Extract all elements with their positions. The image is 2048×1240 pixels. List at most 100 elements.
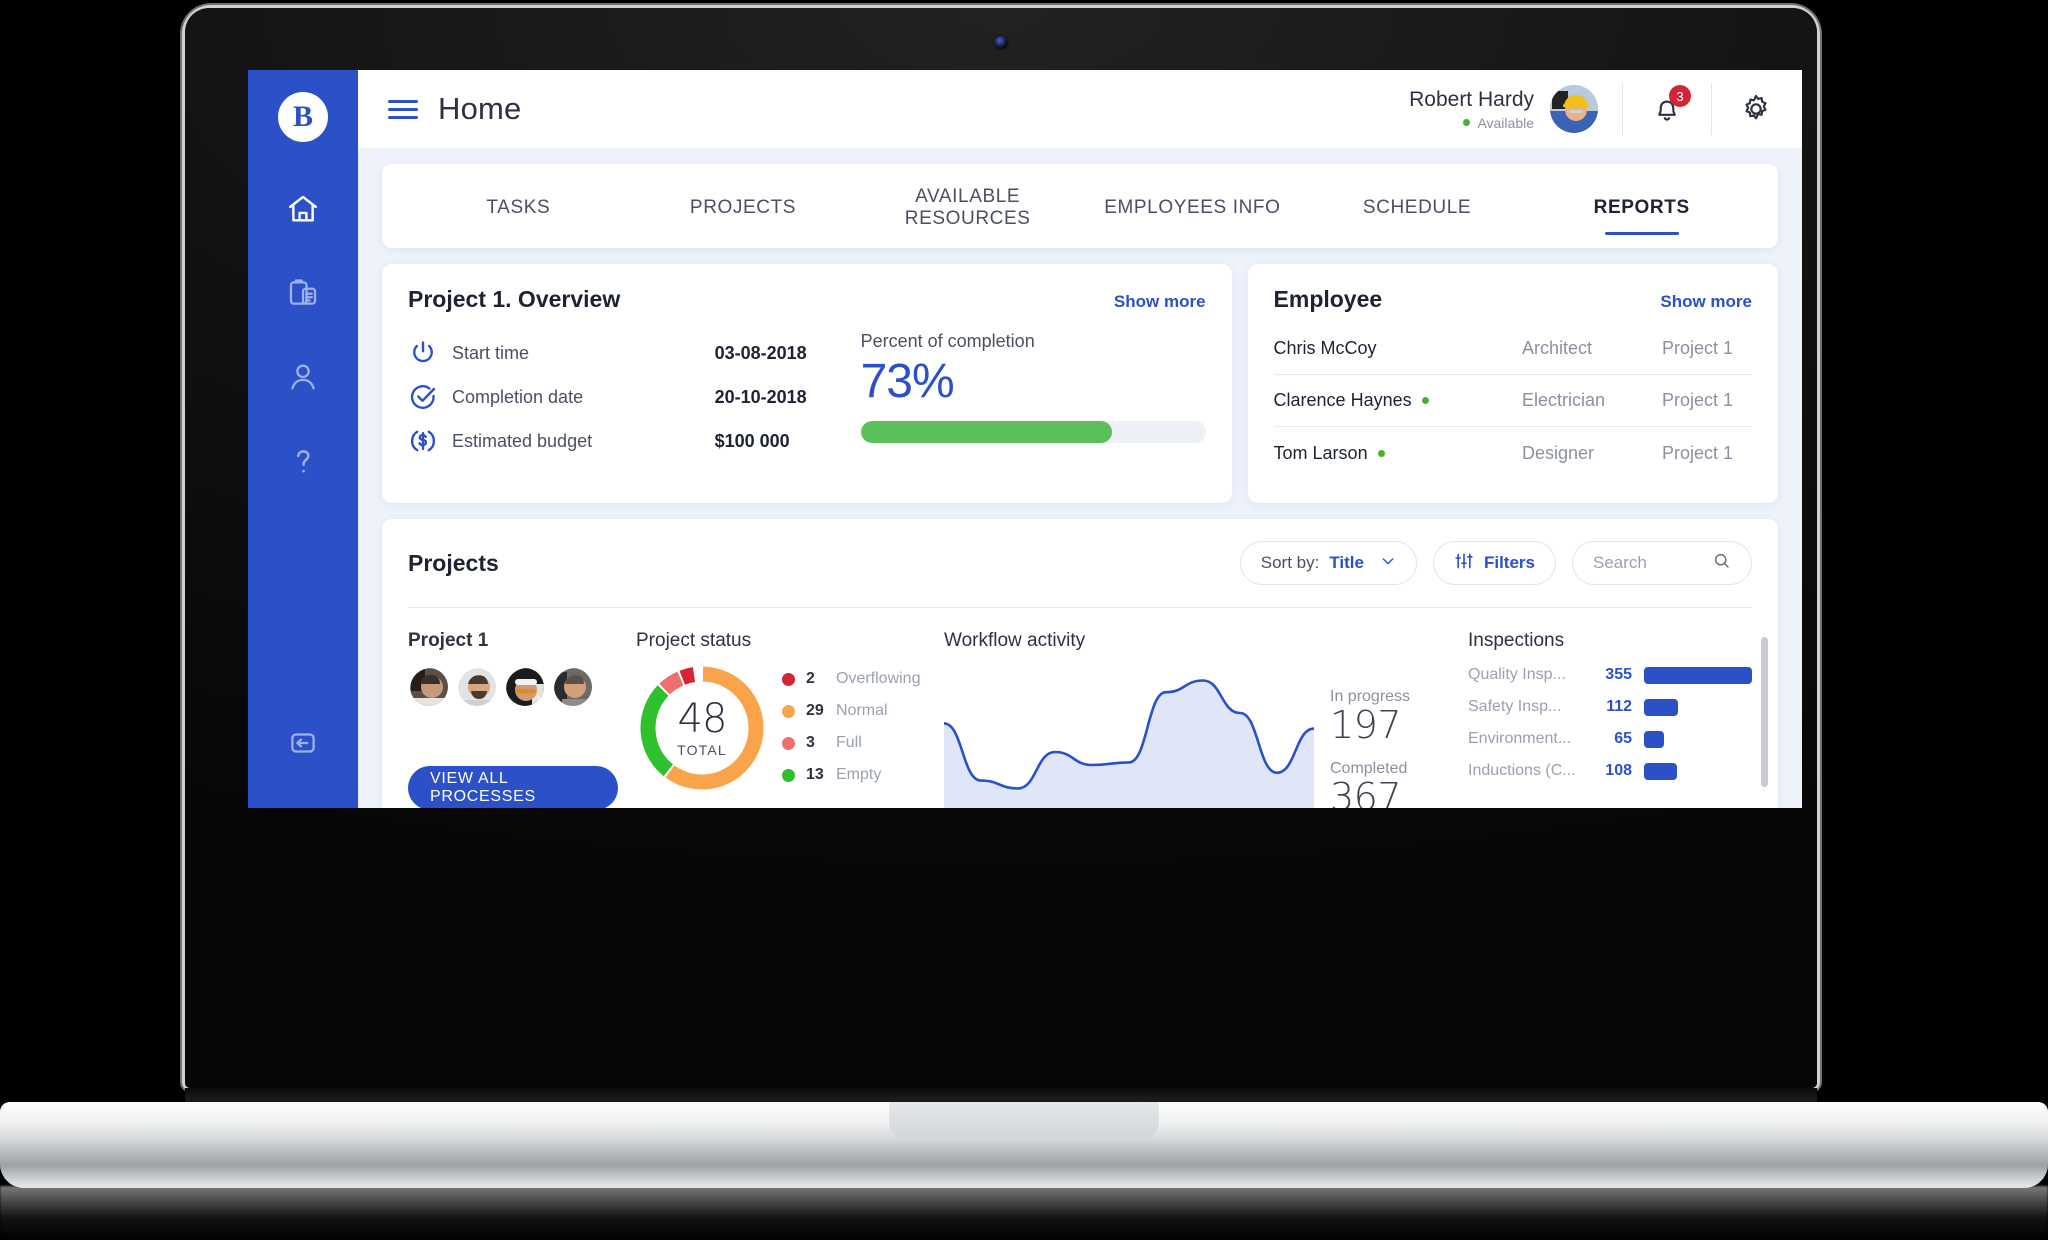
donut-center: 48 TOTAL [636, 662, 768, 794]
project-column: Project 1 M VIEW ALL PROCESSES [408, 630, 618, 808]
projects-panel: Projects Sort by: Title Filters Search P… [382, 519, 1778, 808]
overview-show-more[interactable]: Show more [1114, 292, 1206, 312]
member-avatar-3: M [506, 668, 544, 706]
sidebar-item-help[interactable] [280, 438, 326, 484]
employee-name-cell: Tom Larson [1274, 443, 1522, 464]
member-avatar-4 [554, 668, 592, 706]
page-title: Home [438, 91, 522, 126]
employee-name: Chris McCoy [1273, 338, 1377, 358]
donut-legend: 2 Overflowing 29 Normal 3 Full 13 Empty [782, 662, 920, 784]
user-status: Available [1409, 115, 1534, 131]
avatar[interactable]: M [504, 666, 546, 708]
member-avatar-1 [410, 668, 448, 706]
progress-bar-fill [860, 421, 1113, 443]
content-area: TASKS PROJECTS AVAILABLE RESOURCES EMPLO… [358, 148, 1802, 808]
inspections-list: Quality Insp... 355 Safety Insp... 112 E… [1468, 666, 1752, 780]
overview-facts: Start time 03-08-2018 Completion date 20… [408, 331, 855, 463]
app-root: B Home Robert Hardy Available 3 TASKS PR… [248, 70, 1802, 808]
overview-label: Start time [452, 342, 530, 363]
tab-available-resources[interactable]: AVAILABLE RESOURCES [855, 160, 1080, 252]
legend-value: 29 [806, 702, 824, 719]
status-dot-icon [1463, 119, 1471, 126]
sort-by-label: Sort by: [1260, 553, 1320, 572]
filters-button[interactable]: Filters [1432, 541, 1556, 585]
overview-value: $100 000 [714, 430, 790, 451]
inspection-bar [1644, 698, 1679, 716]
sidebar-nav [280, 186, 326, 484]
inspection-value: 112 [1606, 698, 1632, 715]
legend-dot-icon [782, 736, 795, 750]
member-avatar-2 [458, 668, 496, 706]
overview-row-completion-date: Completion date 20-10-2018 [408, 375, 855, 419]
summary-row: Project 1. Overview Show more Start time… [382, 264, 1778, 503]
percent-value: 73% [860, 355, 955, 408]
projects-title: Projects [408, 549, 499, 576]
svg-text:M: M [537, 694, 544, 703]
employee-name-cell: Chris McCoy [1274, 338, 1522, 359]
employee-project: Project 1 [1662, 442, 1734, 463]
tab-employees-info[interactable]: EMPLOYEES INFO [1080, 171, 1305, 241]
legend-label: Overflowing [836, 670, 921, 687]
workflow-area-chart [944, 664, 1314, 808]
donut-total-label: TOTAL [677, 741, 727, 758]
avatar[interactable] [408, 666, 450, 708]
legend-value: 3 [806, 734, 815, 751]
avatar[interactable] [1550, 85, 1598, 133]
divider [1622, 83, 1623, 135]
project-status-chart: 48 TOTAL 2 Overflowing 29 Normal 3 Full … [636, 662, 926, 794]
sidebar-item-tasks[interactable] [280, 270, 326, 316]
overview-row-estimated-budget: Estimated budget $100 000 [408, 419, 855, 463]
settings-button[interactable] [1736, 89, 1776, 129]
tab-bar: TASKS PROJECTS AVAILABLE RESOURCES EMPLO… [382, 164, 1778, 248]
user-block[interactable]: Robert Hardy Available [1409, 88, 1534, 131]
search-icon [1712, 551, 1731, 575]
employee-title: Employee [1273, 286, 1383, 312]
employee-card: Employee Show more Chris McCoy Architect [1247, 264, 1778, 503]
avatar[interactable] [456, 666, 498, 708]
legend-item: 29 Normal [782, 702, 920, 720]
sidebar-item-home[interactable] [280, 186, 326, 232]
donut-chart: 48 TOTAL [636, 662, 768, 794]
workflow-stat-value: 197 [1330, 703, 1402, 747]
overview-label: Completion date [452, 386, 584, 407]
employee-role: Architect [1522, 338, 1593, 358]
avatar[interactable] [552, 666, 594, 708]
laptop-base-notch [889, 1102, 1159, 1138]
view-all-processes-button[interactable]: VIEW ALL PROCESSES [408, 766, 618, 808]
inspection-name: Quality Insp... [1468, 666, 1566, 683]
sidebar-item-profile[interactable] [280, 354, 326, 400]
chevron-down-icon [1380, 553, 1396, 574]
inspection-name: Safety Insp... [1468, 698, 1562, 715]
workflow-stat-value: 367 [1330, 774, 1402, 808]
table-row[interactable]: Tom Larson Designer Project 1 [1274, 427, 1752, 479]
user-icon [291, 364, 315, 390]
project-status-column: Project status 48 TOTAL 2 Overflowing 29… [636, 630, 926, 808]
tab-reports[interactable]: REPORTS [1529, 171, 1754, 241]
employee-show-more[interactable]: Show more [1660, 292, 1752, 312]
app-logo[interactable]: B [278, 92, 328, 142]
search-input[interactable]: Search [1572, 541, 1752, 585]
home-icon [289, 195, 317, 222]
tab-tasks[interactable]: TASKS [406, 171, 631, 241]
hamburger-icon[interactable] [388, 99, 418, 119]
top-bar: Home Robert Hardy Available 3 [358, 70, 1802, 148]
project-status-title: Project status [636, 630, 752, 651]
topbar-right: Robert Hardy Available 3 [1409, 83, 1776, 135]
legend-dot-icon [782, 672, 795, 686]
inspection-value: 108 [1605, 762, 1632, 779]
sidebar-item-logout[interactable] [280, 720, 326, 766]
inspection-name: Environment... [1468, 730, 1572, 747]
tab-schedule[interactable]: SCHEDULE [1305, 171, 1530, 241]
projects-scrollbar[interactable] [1761, 637, 1768, 787]
inspections-column: Inspections Quality Insp... 355 Safety I… [1468, 630, 1752, 808]
sort-by-dropdown[interactable]: Sort by: Title [1239, 541, 1417, 585]
inspection-value: 65 [1614, 730, 1632, 747]
power-icon [413, 341, 433, 363]
notifications-button[interactable]: 3 [1647, 85, 1691, 129]
table-row[interactable]: Clarence Haynes Electrician Project 1 [1273, 375, 1752, 427]
tab-projects[interactable]: PROJECTS [631, 171, 856, 241]
dollar-circle-icon [410, 430, 436, 452]
screenshot-stage: B Home Robert Hardy Available 3 TASKS PR… [0, 0, 2048, 1240]
table-row[interactable]: Chris McCoy Architect Project 1 [1273, 323, 1752, 375]
gear-icon [1745, 94, 1767, 120]
